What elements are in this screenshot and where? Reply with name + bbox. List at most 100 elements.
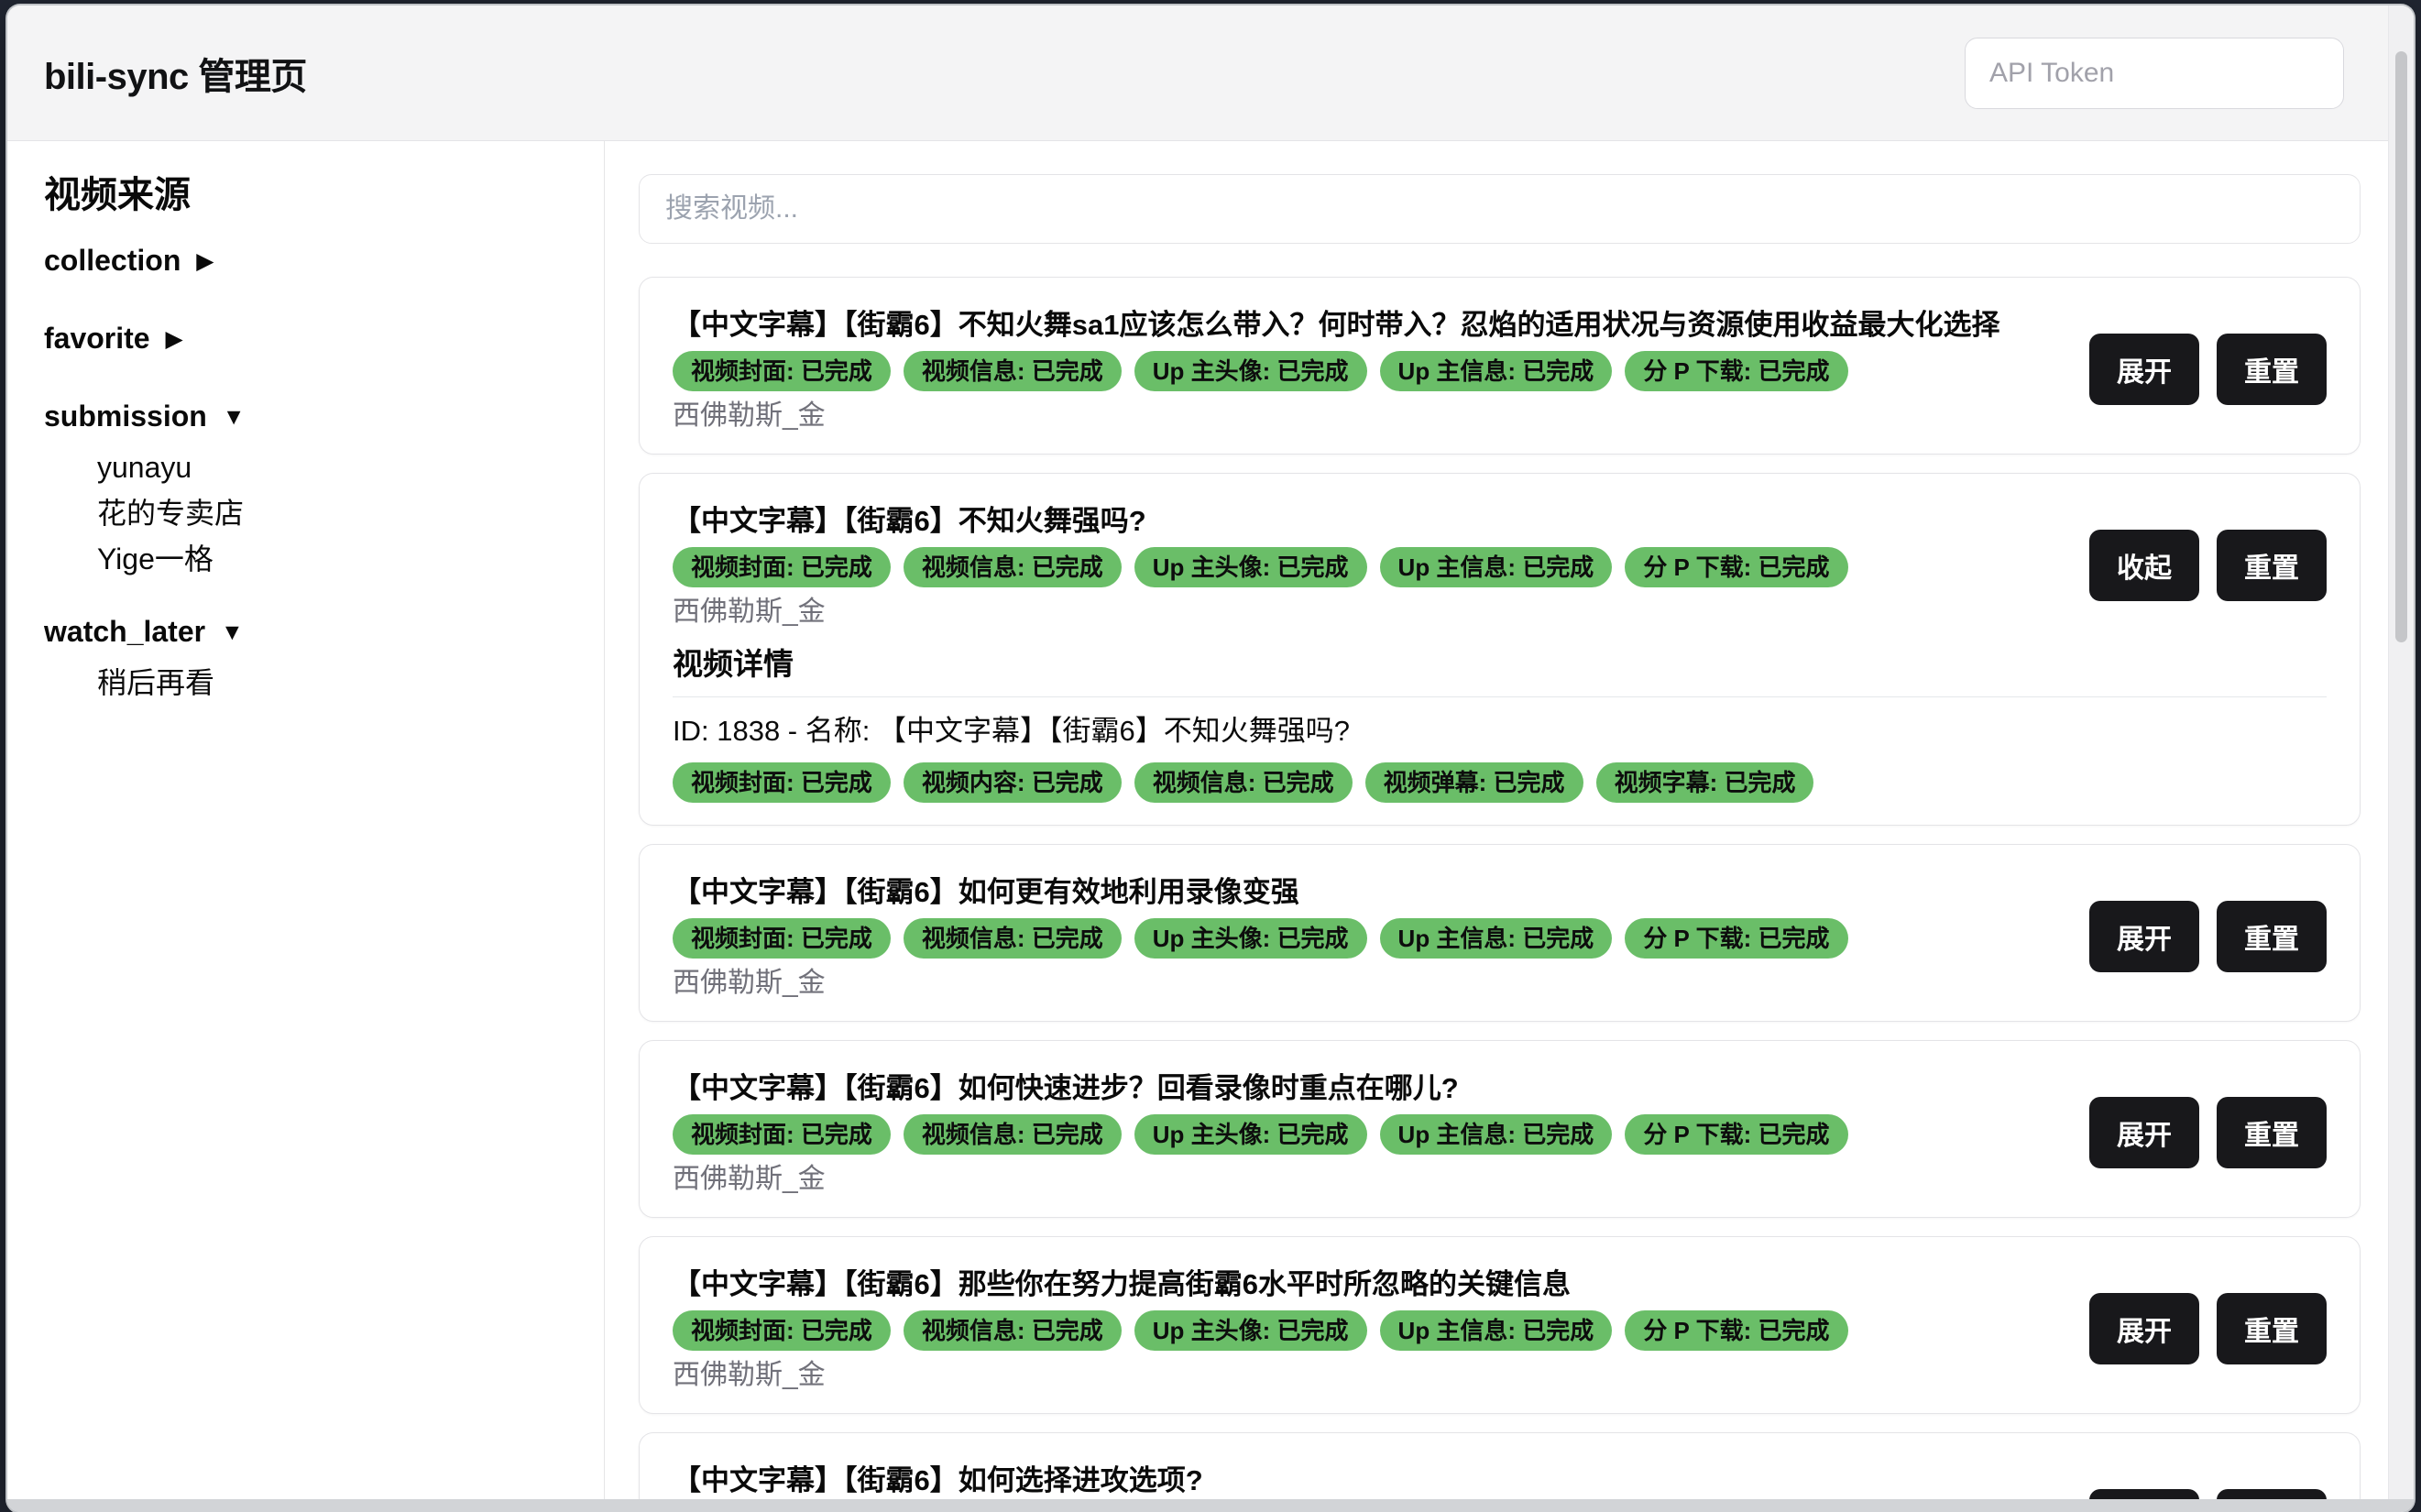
expand-toggle-button[interactable]: 收起 (2089, 530, 2199, 601)
sidebar-source-group-toggle[interactable]: submission ▼ (44, 396, 586, 439)
tree-marker-icon: ▼ (223, 404, 246, 430)
video-card-info: 【中文字幕】【街霸6】那些你在努力提高街霸6水平时所忽略的关键信息 视频封面: … (673, 1266, 2067, 1391)
video-card-actions: 展开 重置 (2089, 334, 2327, 405)
status-badge: 视频封面: 已完成 (673, 351, 891, 391)
status-badge: Up 主信息: 已完成 (1380, 1310, 1613, 1351)
expand-toggle-button[interactable]: 展开 (2089, 334, 2199, 405)
sidebar-source-item[interactable]: yunayu (97, 450, 586, 485)
video-card-info: 【中文字幕】【街霸6】如何选择进攻选项? 视频封面: 已完成视频信息: 已完成U… (673, 1463, 2067, 1499)
expand-toggle-button[interactable]: 展开 (2089, 901, 2199, 972)
status-badge: 分 P 下载: 已完成 (1625, 1114, 1847, 1155)
scrollbar-thumb[interactable] (2395, 51, 2407, 642)
status-badge: 视频信息: 已完成 (904, 351, 1122, 391)
sidebar-source-group: favorite ▶ (44, 318, 586, 361)
status-badge: 分 P 下载: 已完成 (1625, 351, 1847, 391)
video-author: 西佛勒斯_金 (673, 597, 2067, 628)
reset-button[interactable]: 重置 (2217, 1489, 2327, 1499)
tree-marker-icon: ▼ (221, 619, 244, 645)
video-card: 【中文字幕】【街霸6】不知火舞强吗? 视频封面: 已完成视频信息: 已完成Up … (639, 473, 2361, 826)
video-title: 【中文字幕】【街霸6】不知火舞sa1应该怎么带入？何时带入？忍焰的适用状况与资源… (673, 307, 2067, 344)
sidebar-source-group: watch_later ▼ 稍后再看 (44, 611, 586, 700)
status-badge: 视频封面: 已完成 (673, 547, 891, 587)
status-badge: 视频内容: 已完成 (904, 762, 1122, 803)
status-badge: Up 主头像: 已完成 (1134, 918, 1367, 959)
sidebar-source-group-toggle[interactable]: watch_later ▼ (44, 611, 586, 654)
sidebar-source-group-toggle[interactable]: favorite ▶ (44, 318, 586, 361)
video-card-actions: 展开 重置 (2089, 1097, 2327, 1168)
api-token-input[interactable] (1965, 38, 2344, 109)
video-card-head: 【中文字幕】【街霸6】不知火舞sa1应该怎么带入？何时带入？忍焰的适用状况与资源… (673, 307, 2327, 432)
video-title: 【中文字幕】【街霸6】如何更有效地利用录像变强 (673, 874, 2067, 911)
status-badge-row: 视频封面: 已完成视频信息: 已完成Up 主头像: 已完成Up 主信息: 已完成… (673, 1310, 2067, 1351)
divider (673, 696, 2327, 697)
expand-toggle-button[interactable]: 展开 (2089, 1489, 2199, 1499)
sidebar-source-children: yunayu 花的专卖店 Yige一格 (97, 450, 586, 576)
video-title: 【中文字幕】【街霸6】那些你在努力提高街霸6水平时所忽略的关键信息 (673, 1266, 2067, 1303)
status-badge: 视频信息: 已完成 (904, 1114, 1122, 1155)
status-badge: Up 主信息: 已完成 (1380, 351, 1613, 391)
sidebar-heading: 视频来源 (44, 165, 586, 218)
video-list-panel: 【中文字幕】【街霸6】不知火舞sa1应该怎么带入？何时带入？忍焰的适用状况与资源… (605, 141, 2414, 1499)
status-badge: 视频弹幕: 已完成 (1365, 762, 1583, 803)
video-details: 视频详情 ID: 1838 - 名称: 【中文字幕】【街霸6】不知火舞强吗? 视… (673, 646, 2327, 803)
video-details-heading: 视频详情 (673, 646, 2327, 683)
video-card-info: 【中文字幕】【街霸6】不知火舞强吗? 视频封面: 已完成视频信息: 已完成Up … (673, 503, 2067, 628)
status-badge: 视频封面: 已完成 (673, 1310, 891, 1351)
status-badge: Up 主头像: 已完成 (1134, 1310, 1367, 1351)
video-card-head: 【中文字幕】【街霸6】如何更有效地利用录像变强 视频封面: 已完成视频信息: 已… (673, 874, 2327, 999)
status-badge: Up 主头像: 已完成 (1134, 547, 1367, 587)
sidebar-source-group: collection ▶ (44, 240, 586, 283)
video-details-info: ID: 1838 - 名称: 【中文字幕】【街霸6】不知火舞强吗? (673, 713, 2327, 750)
video-card-actions: 展开 重置 (2089, 1489, 2327, 1499)
video-card-actions: 收起 重置 (2089, 530, 2327, 601)
status-badge-row: 视频封面: 已完成视频信息: 已完成 Up 主头像: 已完成 Up 主信息: 已完成… (673, 547, 2067, 587)
reset-button[interactable]: 重置 (2217, 530, 2327, 601)
video-title: 【中文字幕】【街霸6】如何快速进步？回看录像时重点在哪儿? (673, 1070, 2067, 1107)
status-badge: Up 主信息: 已完成 (1380, 1114, 1613, 1155)
expand-toggle-button[interactable]: 展开 (2089, 1097, 2199, 1168)
video-card: 【中文字幕】【街霸6】如何选择进攻选项? 视频封面: 已完成视频信息: 已完成U… (639, 1432, 2361, 1499)
sidebar-source-children: 稍后再看 (97, 665, 586, 700)
video-author: 西佛勒斯_金 (673, 1360, 2067, 1391)
content-area: 视频来源 collection ▶ favorite ▶ submission … (7, 141, 2414, 1499)
sidebar-source-group-label: favorite (44, 322, 158, 355)
status-badge: Up 主头像: 已完成 (1134, 351, 1367, 391)
video-card-head: 【中文字幕】【街霸6】不知火舞强吗? 视频封面: 已完成视频信息: 已完成Up … (673, 503, 2327, 628)
video-card-list: 【中文字幕】【街霸6】不知火舞sa1应该怎么带入？何时带入？忍焰的适用状况与资源… (639, 277, 2361, 1499)
status-badge: Up 主信息: 已完成 (1380, 918, 1613, 959)
sidebar-source-group-label: submission (44, 400, 215, 433)
status-badge: Up 主信息: 已完成 (1380, 547, 1613, 587)
expand-toggle-button[interactable]: 展开 (2089, 1293, 2199, 1364)
sidebar-source-item[interactable]: 花的专卖店 (97, 496, 586, 531)
video-card: 【中文字幕】【街霸6】不知火舞sa1应该怎么带入？何时带入？忍焰的适用状况与资源… (639, 277, 2361, 455)
window-bottom-edge (7, 1499, 2414, 1512)
sidebar-source-item[interactable]: Yige一格 (97, 542, 586, 576)
video-author: 西佛勒斯_金 (673, 968, 2067, 999)
reset-button[interactable]: 重置 (2217, 1097, 2327, 1168)
sidebar-source-group-label: collection (44, 244, 189, 277)
page-title: bili-sync 管理页 (44, 47, 307, 100)
reset-button[interactable]: 重置 (2217, 334, 2327, 405)
sidebar-source-item[interactable]: 稍后再看 (97, 665, 586, 700)
status-badge: 分 P 下载: 已完成 (1625, 1310, 1847, 1351)
video-card-head: 【中文字幕】【街霸6】那些你在努力提高街霸6水平时所忽略的关键信息 视频封面: … (673, 1266, 2327, 1391)
scrollbar[interactable] (2388, 5, 2414, 1499)
status-badge-row: 视频封面: 已完成视频信息: 已完成 Up 主头像: 已完成 Up 主信息: 已完成… (673, 351, 2067, 391)
status-badge: 视频封面: 已完成 (673, 918, 891, 959)
search-input[interactable] (639, 174, 2361, 244)
reset-button[interactable]: 重置 (2217, 1293, 2327, 1364)
reset-button[interactable]: 重置 (2217, 901, 2327, 972)
source-tree: collection ▶ favorite ▶ submission ▼ yun… (44, 240, 586, 700)
status-badge: 分 P 下载: 已完成 (1625, 918, 1847, 959)
sidebar-source-group: submission ▼ yunayu 花的专卖店 Yige一格 (44, 396, 586, 576)
status-badge: Up 主头像: 已完成 (1134, 1114, 1367, 1155)
sidebar-source-group-label: watch_later (44, 615, 214, 648)
sidebar-source-group-toggle[interactable]: collection ▶ (44, 240, 586, 283)
tree-marker-icon: ▶ (196, 248, 214, 274)
video-card-info: 【中文字幕】【街霸6】如何更有效地利用录像变强 视频封面: 已完成视频信息: 已… (673, 874, 2067, 999)
status-badge: 视频信息: 已完成 (904, 547, 1122, 587)
video-author: 西佛勒斯_金 (673, 400, 2067, 432)
detail-status-badge-row: 视频封面: 已完成视频内容: 已完成视频信息: 已完成视频弹幕: 已完成视频字幕… (673, 762, 2327, 803)
status-badge: 视频封面: 已完成 (673, 1114, 891, 1155)
video-card: 【中文字幕】【街霸6】如何更有效地利用录像变强 视频封面: 已完成视频信息: 已… (639, 844, 2361, 1022)
